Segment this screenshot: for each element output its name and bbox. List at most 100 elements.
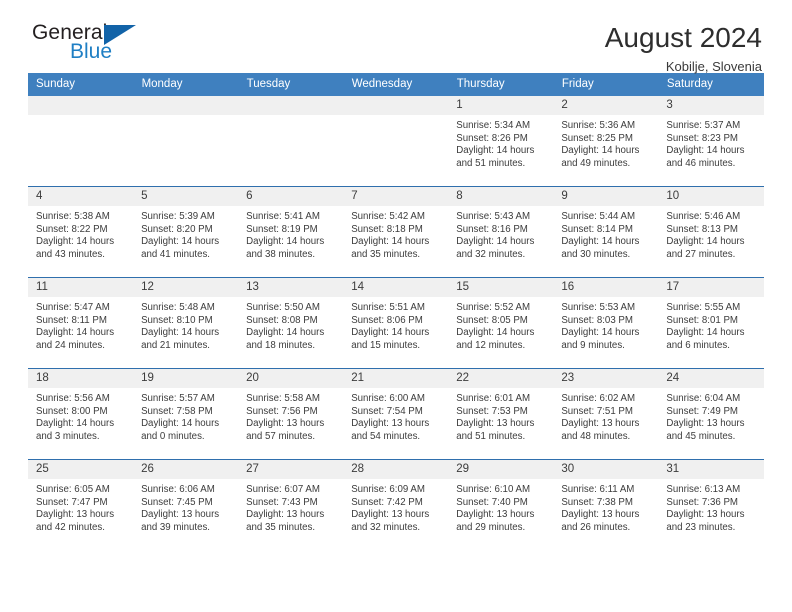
daylight-text-line2: and 12 minutes. <box>456 339 526 351</box>
sunrise-text: Sunrise: 6:01 AM <box>456 393 531 404</box>
daylight-text-line2: and 15 minutes. <box>351 339 421 351</box>
day-number: 24 <box>658 369 764 388</box>
day-number <box>238 96 344 115</box>
calendar-day-cell[interactable]: 27 Sunrise: 6:07 AM Sunset: 7:43 PM Dayligh… <box>238 459 344 550</box>
sunset-text: Sunset: 7:58 PM <box>141 405 213 417</box>
daylight-text-line1: Daylight: 14 hours <box>666 145 745 157</box>
daylight-text-line2: and 35 minutes. <box>246 521 316 533</box>
day-number: 23 <box>553 369 659 388</box>
day-number: 29 <box>448 460 554 479</box>
daylight-text-line2: and 51 minutes. <box>456 430 526 442</box>
daylight-text-line1: Daylight: 14 hours <box>456 145 535 157</box>
calendar-day-cell[interactable]: 14 Sunrise: 5:51 AM Sunset: 8:06 PM Dayligh… <box>343 277 449 369</box>
day-number: 6 <box>238 187 344 206</box>
daylight-text-line1: Daylight: 14 hours <box>561 145 640 157</box>
day-details: Sunrise: 5:57 AM Sunset: 7:58 PM Daylight:… <box>133 388 238 443</box>
sunrise-text: Sunrise: 5:41 AM <box>246 211 320 222</box>
calendar-day-cell[interactable]: 26 Sunrise: 6:06 AM Sunset: 7:45 PM Dayligh… <box>133 459 239 550</box>
calendar-day-cell[interactable]: 29 Sunrise: 6:10 AM Sunset: 7:40 PM Dayligh… <box>448 459 554 550</box>
sunrise-text: Sunrise: 6:11 AM <box>561 484 635 495</box>
calendar-header-row: Sunday Monday Tuesday Wednesday Thursday Frid… <box>28 73 765 96</box>
calendar-day-cell[interactable]: 18 Sunrise: 5:56 AM Sunset: 8:00 PM Dayligh… <box>28 368 134 460</box>
day-number: 18 <box>28 369 134 388</box>
daylight-text-line1: Daylight: 14 hours <box>666 236 745 248</box>
sunset-text: Sunset: 7:45 PM <box>141 496 213 508</box>
calendar-day-cell[interactable]: 19 Sunrise: 5:57 AM Sunset: 7:58 PM Dayligh… <box>133 368 239 460</box>
calendar-day-cell[interactable]: 6 Sunrise: 5:41 AM Sunset: 8:19 PM Daylight… <box>238 186 344 278</box>
sunset-text: Sunset: 7:40 PM <box>456 496 528 508</box>
calendar-day-cell[interactable]: 21 Sunrise: 6:00 AM Sunset: 7:54 PM Dayligh… <box>343 368 449 460</box>
calendar-day-cell[interactable]: 3 Sunrise: 5:37 AM Sunset: 8:23 PM Daylight… <box>658 96 764 187</box>
day-details: Sunrise: 5:36 AM Sunset: 8:25 PM Daylight:… <box>553 115 658 170</box>
day-number: 15 <box>448 278 554 297</box>
day-details: Sunrise: 5:58 AM Sunset: 7:56 PM Daylight:… <box>238 388 343 443</box>
calendar-day-cell[interactable]: 11 Sunrise: 5:47 AM Sunset: 8:11 PM Dayligh… <box>28 277 134 369</box>
sunrise-text: Sunrise: 5:46 AM <box>666 211 741 222</box>
day-details: Sunrise: 5:53 AM Sunset: 8:03 PM Daylight:… <box>553 297 658 352</box>
calendar-day-cell[interactable]: 8 Sunrise: 5:43 AM Sunset: 8:16 PM Daylight… <box>448 186 554 278</box>
weekday-header-cell: Wednesday <box>343 73 449 96</box>
sunrise-text: Sunrise: 5:42 AM <box>351 211 425 222</box>
calendar-day-cell[interactable]: 2 Sunrise: 5:36 AM Sunset: 8:25 PM Daylight… <box>553 96 659 187</box>
calendar-day-cell[interactable]: 12 Sunrise: 5:48 AM Sunset: 8:10 PM Dayligh… <box>133 277 239 369</box>
day-number: 8 <box>448 187 554 206</box>
daylight-text-line2: and 48 minutes. <box>561 430 631 442</box>
daylight-text-line2: and 21 minutes. <box>141 339 210 351</box>
calendar-day-cell[interactable]: 25 Sunrise: 6:05 AM Sunset: 7:47 PM Dayligh… <box>28 459 134 550</box>
calendar-day-cell[interactable]: 13 Sunrise: 5:50 AM Sunset: 8:08 PM Dayligh… <box>238 277 344 369</box>
calendar-day-cell[interactable]: 20 Sunrise: 5:58 AM Sunset: 7:56 PM Dayligh… <box>238 368 344 460</box>
calendar-day-cell[interactable]: 22 Sunrise: 6:01 AM Sunset: 7:53 PM Dayligh… <box>448 368 554 460</box>
daylight-text-line1: Daylight: 13 hours <box>561 509 640 521</box>
daylight-text-line1: Daylight: 13 hours <box>456 418 535 430</box>
calendar-day-cell[interactable]: 23 Sunrise: 6:02 AM Sunset: 7:51 PM Dayligh… <box>553 368 659 460</box>
calendar-day-cell[interactable]: 4 Sunrise: 5:38 AM Sunset: 8:22 PM Daylight… <box>28 186 134 278</box>
calendar-day-cell[interactable]: 9 Sunrise: 5:44 AM Sunset: 8:14 PM Daylight… <box>553 186 659 278</box>
daylight-text-line1: Daylight: 14 hours <box>141 418 220 430</box>
calendar-day-cell[interactable]: 1 Sunrise: 5:34 AM Sunset: 8:26 PM Daylight… <box>448 96 554 187</box>
daylight-text-line1: Daylight: 14 hours <box>246 327 325 339</box>
sunrise-text: Sunrise: 5:58 AM <box>246 393 320 404</box>
calendar-day-cell[interactable]: 10 Sunrise: 5:46 AM Sunset: 8:13 PM Dayligh… <box>658 186 764 278</box>
sunset-text: Sunset: 8:25 PM <box>561 132 633 144</box>
calendar-body: 1 Sunrise: 5:34 AM Sunset: 8:26 PM Daylight… <box>28 96 764 550</box>
sunset-text: Sunset: 7:51 PM <box>561 405 633 417</box>
sunrise-text: Sunrise: 5:51 AM <box>351 302 425 313</box>
calendar-day-cell[interactable]: 30 Sunrise: 6:11 AM Sunset: 7:38 PM Dayligh… <box>553 459 659 550</box>
calendar-day-cell[interactable]: 5 Sunrise: 5:39 AM Sunset: 8:20 PM Daylight… <box>133 186 239 278</box>
calendar-day-cell[interactable]: 28 Sunrise: 6:09 AM Sunset: 7:42 PM Dayligh… <box>343 459 449 550</box>
daylight-text-line2: and 43 minutes. <box>36 248 105 260</box>
day-number: 4 <box>28 187 134 206</box>
day-number: 21 <box>343 369 449 388</box>
calendar-week-row: 25 Sunrise: 6:05 AM Sunset: 7:47 PM Dayligh… <box>28 459 764 550</box>
daylight-text-line1: Daylight: 14 hours <box>36 236 115 248</box>
daylight-text-line2: and 3 minutes. <box>36 430 100 442</box>
day-number: 13 <box>238 278 344 297</box>
day-details: Sunrise: 5:44 AM Sunset: 8:14 PM Daylight:… <box>553 206 658 261</box>
daylight-text-line2: and 18 minutes. <box>246 339 316 351</box>
calendar-day-cell[interactable]: 17 Sunrise: 5:55 AM Sunset: 8:01 PM Dayligh… <box>658 277 764 369</box>
sunrise-text: Sunrise: 6:00 AM <box>351 393 425 404</box>
calendar-day-cell[interactable]: 16 Sunrise: 5:53 AM Sunset: 8:03 PM Dayligh… <box>553 277 659 369</box>
weekday-header-cell: Tuesday <box>238 73 344 96</box>
day-details: Sunrise: 5:48 AM Sunset: 8:10 PM Daylight:… <box>133 297 238 352</box>
calendar-day-cell[interactable]: 15 Sunrise: 5:52 AM Sunset: 8:05 PM Dayligh… <box>448 277 554 369</box>
sunset-text: Sunset: 8:20 PM <box>141 223 213 235</box>
day-details: Sunrise: 5:43 AM Sunset: 8:16 PM Daylight:… <box>448 206 553 261</box>
calendar-day-cell[interactable]: 7 Sunrise: 5:42 AM Sunset: 8:18 PM Daylight… <box>343 186 449 278</box>
day-details: Sunrise: 5:34 AM Sunset: 8:26 PM Daylight:… <box>448 115 553 170</box>
day-details: Sunrise: 5:52 AM Sunset: 8:05 PM Daylight:… <box>448 297 553 352</box>
sunrise-text: Sunrise: 5:47 AM <box>36 302 110 313</box>
daylight-text-line1: Daylight: 14 hours <box>351 327 430 339</box>
weekday-header: Sunday Monday Tuesday Wednesday Thursday Frid… <box>28 73 765 96</box>
sunset-text: Sunset: 8:05 PM <box>456 314 528 326</box>
calendar-day-cell[interactable]: 31 Sunrise: 6:13 AM Sunset: 7:36 PM Dayligh… <box>658 459 764 550</box>
calendar-day-cell[interactable]: 24 Sunrise: 6:04 AM Sunset: 7:49 PM Dayligh… <box>658 368 764 460</box>
sunset-text: Sunset: 7:56 PM <box>246 405 318 417</box>
daylight-text-line2: and 42 minutes. <box>36 521 105 533</box>
daylight-text-line2: and 32 minutes. <box>351 521 421 533</box>
brand-logo[interactable]: General Blue <box>28 22 162 62</box>
daylight-text-line2: and 29 minutes. <box>456 521 526 533</box>
day-details: Sunrise: 5:51 AM Sunset: 8:06 PM Daylight:… <box>343 297 448 352</box>
day-details: Sunrise: 6:01 AM Sunset: 7:53 PM Daylight:… <box>448 388 553 443</box>
sunset-text: Sunset: 8:16 PM <box>456 223 528 235</box>
